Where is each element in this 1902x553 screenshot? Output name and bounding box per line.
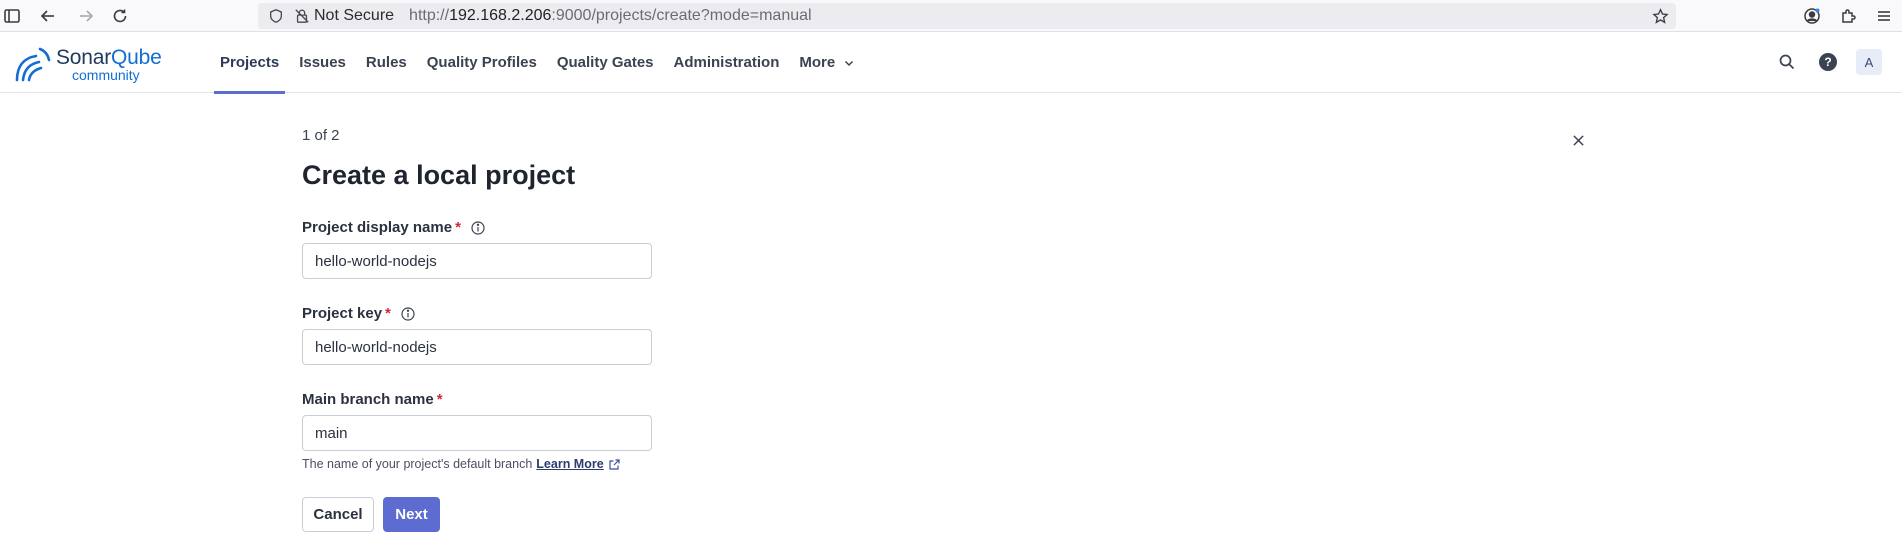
chevron-down-icon	[843, 57, 855, 69]
back-arrow-icon[interactable]	[36, 4, 60, 28]
url-text[interactable]: http://192.168.2.206:9000/projects/creat…	[409, 7, 812, 25]
sidebar-toggle-icon[interactable]	[0, 4, 24, 28]
address-bar[interactable]: Not Secure http://192.168.2.206:9000/pro…	[258, 3, 1676, 29]
nav-projects-label: Projects	[220, 54, 280, 71]
display-name-label-text: Project display name	[302, 219, 453, 236]
browser-toolbar: Not Secure http://192.168.2.206:9000/pro…	[0, 0, 1902, 32]
avatar[interactable]: A	[1854, 48, 1884, 76]
nav-more-label: More	[799, 54, 836, 71]
external-link-icon[interactable]	[608, 458, 621, 471]
logo-brand-sonar: Sonar	[56, 46, 112, 69]
sonarqube-swirl-icon	[15, 47, 51, 82]
page-title: Create a local project	[302, 160, 576, 190]
main-branch-input[interactable]	[302, 415, 652, 451]
shield-icon[interactable]	[266, 6, 286, 26]
nav-quality-profiles[interactable]: Quality Profiles	[421, 32, 543, 93]
required-marker: *	[385, 305, 391, 322]
info-icon[interactable]	[401, 306, 415, 321]
insecure-lock-icon[interactable]	[292, 6, 312, 26]
nav-administration-label: Administration	[673, 54, 780, 71]
extensions-icon[interactable]	[1836, 4, 1860, 28]
required-marker: *	[436, 391, 443, 408]
display-name-label: Project display name *	[302, 219, 485, 236]
project-display-name-input[interactable]	[302, 243, 652, 279]
hint-text: The name of your project's default branc…	[302, 457, 533, 471]
main-branch-hint: The name of your project's default branc…	[302, 457, 621, 471]
url-host: 192.168.2.206	[449, 7, 552, 24]
avatar-initial: A	[1856, 49, 1882, 75]
nav-administration[interactable]: Administration	[668, 32, 786, 93]
forward-arrow-icon[interactable]	[74, 4, 98, 28]
help-glyph: ?	[1819, 53, 1837, 71]
next-button[interactable]: Next	[383, 497, 440, 532]
nav-rules-label: Rules	[365, 54, 407, 71]
nav-quality-gates[interactable]: Quality Gates	[551, 32, 660, 93]
app-navbar: SonarQube community Projects Issues Rule…	[0, 32, 1902, 94]
url-prefix: http://	[409, 7, 450, 24]
main-branch-label-text: Main branch name	[302, 391, 434, 408]
learn-more-link[interactable]: Learn More	[536, 457, 603, 471]
project-key-input[interactable]	[302, 329, 652, 365]
account-icon[interactable]	[1800, 4, 1824, 28]
close-icon[interactable]	[1569, 131, 1587, 149]
nav-quality-profiles-label: Quality Profiles	[426, 54, 537, 71]
info-icon[interactable]	[471, 220, 485, 235]
help-icon[interactable]: ?	[1813, 48, 1843, 76]
sonarqube-logo[interactable]: SonarQube community	[14, 44, 180, 83]
url-path: :9000/projects/create?mode=manual	[551, 7, 812, 24]
required-marker: *	[455, 219, 461, 236]
search-icon[interactable]	[1772, 48, 1802, 76]
logo-brand-qube: Qube	[111, 46, 162, 69]
nav-issues[interactable]: Issues	[293, 32, 352, 93]
nav-quality-gates-label: Quality Gates	[556, 54, 654, 71]
step-indicator: 1 of 2	[302, 127, 340, 144]
bookmark-star-icon[interactable]	[1650, 6, 1670, 26]
nav-issues-label: Issues	[299, 54, 346, 71]
reload-icon[interactable]	[108, 4, 132, 28]
not-secure-label[interactable]: Not Secure	[314, 7, 394, 25]
project-key-label: Project key *	[302, 305, 415, 322]
nav-rules[interactable]: Rules	[360, 32, 413, 93]
logo-edition: community	[72, 67, 140, 83]
project-key-label-text: Project key	[302, 305, 383, 322]
main-nav: Projects Issues Rules Quality Profiles Q…	[214, 32, 869, 94]
nav-more[interactable]: More	[793, 32, 861, 93]
menu-icon[interactable]	[1872, 4, 1896, 28]
nav-projects[interactable]: Projects	[214, 32, 286, 94]
cancel-button[interactable]: Cancel	[302, 497, 374, 532]
main-branch-label: Main branch name *	[302, 391, 443, 408]
